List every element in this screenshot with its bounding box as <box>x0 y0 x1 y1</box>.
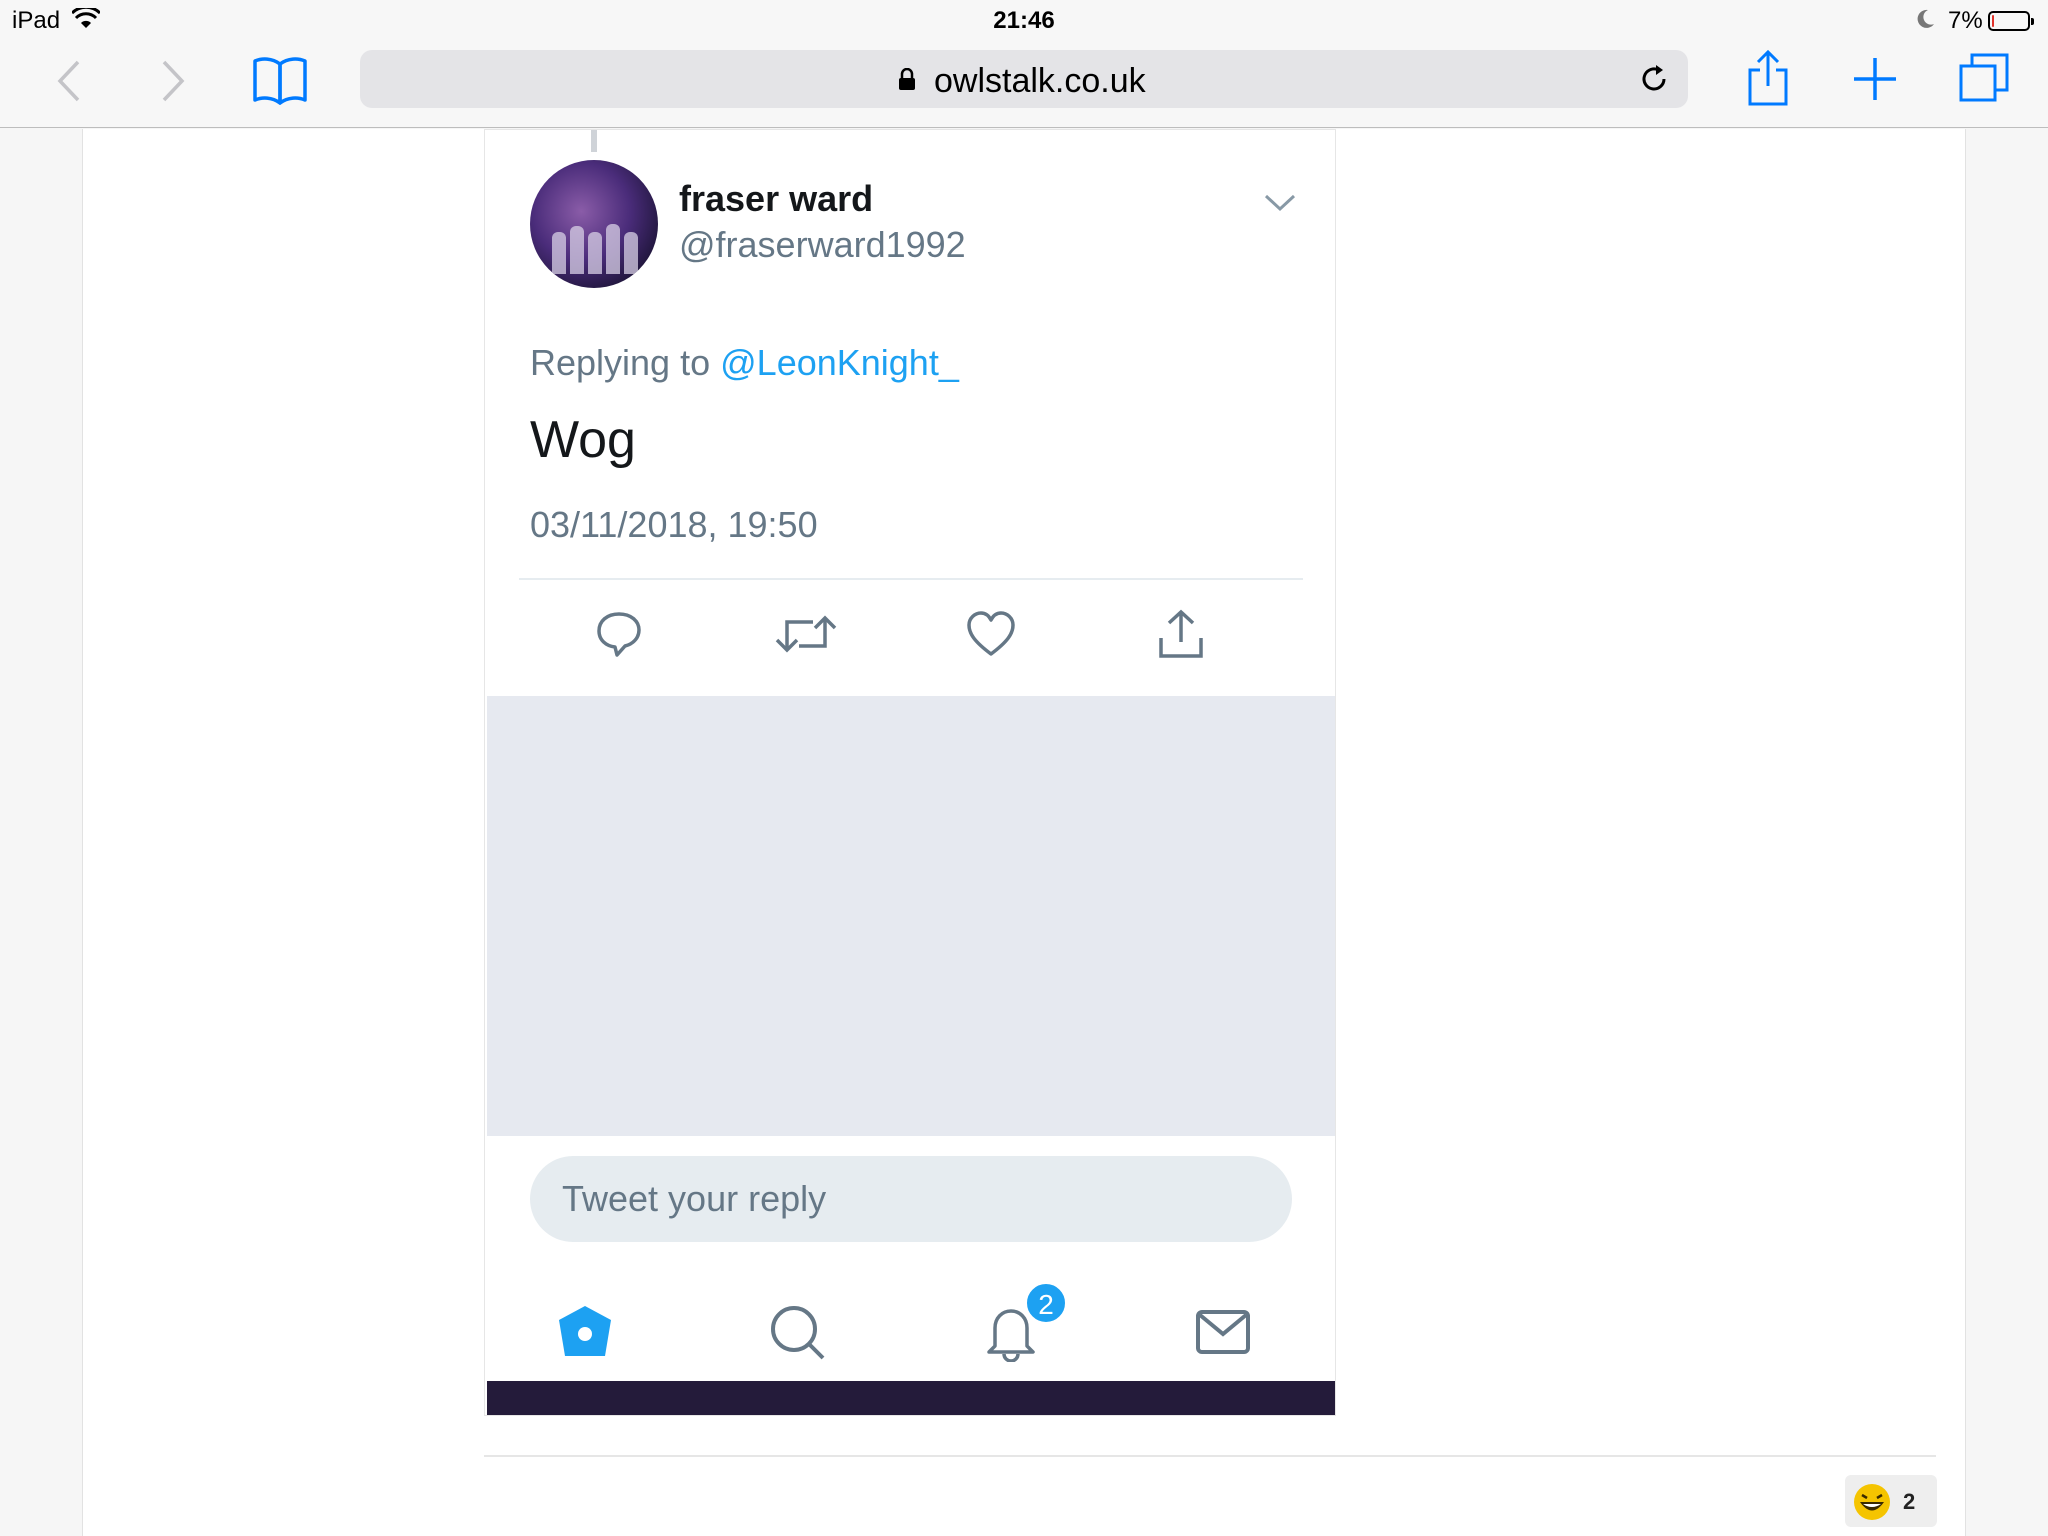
book-icon[interactable] <box>252 54 308 106</box>
forum-post: fraser ward @fraserward1992 Replying to … <box>82 129 1966 1536</box>
reload-icon[interactable] <box>1638 63 1670 95</box>
divider <box>519 578 1303 580</box>
lock-icon <box>898 67 916 90</box>
reaction-count: 2 <box>1903 1489 1916 1514</box>
replying-to: Replying to @LeonKnight_ <box>530 342 959 384</box>
battery-level <box>1992 15 1994 27</box>
replying-to-mention: @LeonKnight_ <box>720 342 959 383</box>
clock: 21:46 <box>993 7 1055 34</box>
tweet-timestamp: 03/11/2018, 19:50 <box>530 504 818 545</box>
grinning-face-icon <box>1853 1483 1891 1521</box>
reply-icon <box>593 608 645 660</box>
moon-icon <box>1914 8 1936 30</box>
avatar <box>530 160 658 288</box>
tweet-author-name: fraser ward <box>679 178 874 219</box>
tweet-reply-placeholder: Tweet your reply <box>562 1178 827 1219</box>
tweet-text: Wog <box>530 411 636 469</box>
web-page: fraser ward @fraserward1992 Replying to … <box>0 129 2048 1536</box>
tweet-screenshot: fraser ward @fraserward1992 Replying to … <box>484 129 1336 1416</box>
notification-badge: 2 <box>1025 1282 1067 1324</box>
post-divider <box>484 1455 1936 1457</box>
chevron-down-icon <box>1263 192 1297 214</box>
status-bar: iPad 21:46 7% <box>0 0 2048 40</box>
thread-line <box>591 130 597 152</box>
url-text[interactable]: owlstalk.co.uk <box>934 62 1146 101</box>
chevron-left-icon[interactable] <box>54 58 84 104</box>
browser-toolbar: owlstalk.co.uk <box>0 40 2048 128</box>
battery-icon <box>1988 11 2034 31</box>
home-icon <box>555 1302 615 1362</box>
tabs-icon[interactable] <box>1958 52 2010 104</box>
share-icon[interactable] <box>1746 48 1790 108</box>
phone-bottom-bar <box>487 1381 1335 1415</box>
reaction-button[interactable]: 2 <box>1845 1475 1937 1527</box>
chevron-right-icon[interactable] <box>158 58 188 104</box>
ipad-screen: iPad 21:46 7% owlstalk.co.uk fraser ward… <box>0 0 2048 1536</box>
empty-replies-area <box>487 696 1335 1136</box>
mail-icon <box>1193 1302 1253 1362</box>
battery-percent: 7% <box>1948 7 1983 34</box>
plus-icon[interactable] <box>1852 56 1898 102</box>
share-icon <box>1155 608 1207 660</box>
search-icon <box>767 1302 827 1362</box>
tweet-author-handle: @fraserward1992 <box>679 224 966 265</box>
heart-icon <box>965 608 1017 660</box>
replying-to-label: Replying to <box>530 342 711 383</box>
tweet-reply-field: Tweet your reply <box>530 1156 1292 1242</box>
address-bar[interactable]: owlstalk.co.uk <box>360 50 1688 108</box>
retweet-icon <box>775 608 837 660</box>
